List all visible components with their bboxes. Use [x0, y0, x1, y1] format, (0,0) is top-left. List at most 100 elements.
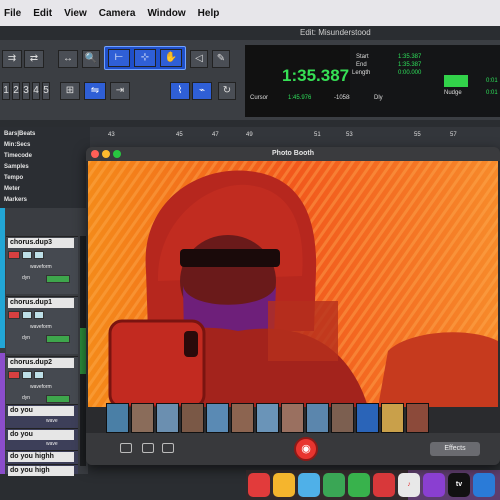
track-do-you-highh[interactable]: do you highh: [6, 450, 78, 464]
solo-button[interactable]: [22, 251, 32, 259]
track-name[interactable]: chorus.dup2: [8, 358, 74, 368]
track-name[interactable]: do you: [8, 430, 74, 440]
slip-mode-icon[interactable]: ⇄: [24, 50, 44, 68]
photo-thumbnail[interactable]: [206, 403, 229, 433]
track-dyn-label[interactable]: dyn: [22, 275, 30, 281]
nudge-toggle-icon[interactable]: ⌁: [192, 82, 212, 100]
ruler-label[interactable]: Timecode: [4, 153, 32, 159]
tab-to-transients-icon[interactable]: ⇥: [110, 82, 130, 100]
photo-thumbnail[interactable]: [331, 403, 354, 433]
take-photo-button[interactable]: ◉: [294, 437, 318, 461]
mute-button[interactable]: [34, 371, 44, 379]
menu-camera[interactable]: Camera: [99, 8, 136, 19]
mirror-icon[interactable]: ⊞: [60, 82, 80, 100]
link-tracks-icon[interactable]: ⇋: [84, 82, 106, 100]
track-name[interactable]: do you highh: [8, 452, 74, 462]
zoom-tool-icon[interactable]: 🔍: [82, 50, 100, 68]
track-name[interactable]: chorus.dup3: [8, 238, 74, 248]
photo-thumbnail[interactable]: [231, 403, 254, 433]
video-mode-icon[interactable]: [162, 443, 174, 453]
menu-window[interactable]: Window: [147, 8, 185, 19]
ruler-label[interactable]: Markers: [4, 197, 27, 203]
number-1-button[interactable]: 1: [2, 82, 10, 100]
track-playlist-button[interactable]: [46, 275, 70, 283]
grid-value[interactable]: 0:01: [486, 78, 498, 84]
loop-icon[interactable]: ↻: [218, 82, 236, 100]
track-do-you[interactable]: do you wave: [6, 428, 78, 450]
pencil-tool-icon[interactable]: ✎: [212, 50, 230, 68]
podcasts-icon[interactable]: [423, 473, 445, 497]
track-do-you[interactable]: do you wave: [6, 404, 78, 428]
track-view-label[interactable]: waveform: [30, 264, 52, 270]
track-name[interactable]: do you high: [8, 466, 74, 476]
start-value[interactable]: 1:35.387: [398, 54, 421, 60]
notes-icon[interactable]: [273, 473, 295, 497]
track-chorus-dup3[interactable]: chorus.dup3 waveform dyn: [6, 236, 78, 294]
track-playlist-button[interactable]: [46, 395, 70, 403]
zoom-toggle-icon[interactable]: ↔: [58, 50, 78, 68]
record-button[interactable]: [8, 371, 20, 379]
nudge-value[interactable]: 0:01: [486, 90, 498, 96]
messages-icon[interactable]: [348, 473, 370, 497]
shuffle-mode-icon[interactable]: ⇉: [2, 50, 22, 68]
track-dyn-label[interactable]: wave: [46, 441, 58, 447]
number-2-button[interactable]: 2: [12, 82, 20, 100]
track-view-label[interactable]: waveform: [30, 324, 52, 330]
photo-thumbnail[interactable]: [381, 403, 404, 433]
zoom-window-icon[interactable]: [113, 150, 121, 158]
photo-thumbnail[interactable]: [306, 403, 329, 433]
trim-tool-icon[interactable]: ⊢: [108, 49, 130, 67]
track-view-label[interactable]: waveform: [30, 384, 52, 390]
photo-thumbnail[interactable]: [356, 403, 379, 433]
number-4-button[interactable]: 4: [32, 82, 40, 100]
photo-booth-icon[interactable]: [373, 473, 395, 497]
ruler-label[interactable]: Bars|Beats: [4, 131, 35, 137]
main-counter-value[interactable]: 1:35.387: [282, 66, 349, 86]
track-playlist-button[interactable]: [46, 335, 70, 343]
ruler-label[interactable]: Tempo: [4, 175, 23, 181]
menu-file[interactable]: File: [4, 8, 21, 19]
photo-thumbnail[interactable]: [281, 403, 304, 433]
photo-thumbnail[interactable]: [156, 403, 179, 433]
mute-button[interactable]: [34, 251, 44, 259]
record-button[interactable]: [8, 251, 20, 259]
track-dyn-label[interactable]: wave: [46, 418, 58, 424]
photo-thumbnail[interactable]: [106, 403, 129, 433]
record-button[interactable]: [8, 311, 20, 319]
calendar-icon[interactable]: [248, 473, 270, 497]
photo-thumbnail[interactable]: [406, 403, 429, 433]
ruler-label[interactable]: Samples: [4, 164, 29, 170]
track-dyn-label[interactable]: dyn: [22, 395, 30, 401]
grabber-tool-icon[interactable]: ✋: [160, 49, 182, 67]
apple-tv-icon[interactable]: tv: [448, 473, 470, 497]
track-name[interactable]: do you: [8, 406, 74, 416]
facetime-icon[interactable]: [323, 473, 345, 497]
solo-button[interactable]: [22, 311, 32, 319]
close-window-icon[interactable]: [91, 150, 99, 158]
track-do-you-high[interactable]: do you high: [6, 464, 78, 476]
effects-button[interactable]: Effects: [430, 442, 480, 456]
minimize-window-icon[interactable]: [102, 150, 110, 158]
menu-view[interactable]: View: [64, 8, 87, 19]
solo-button[interactable]: [22, 371, 32, 379]
track-name[interactable]: chorus.dup1: [8, 298, 74, 308]
track-dyn-label[interactable]: dyn: [22, 335, 30, 341]
photo-thumbnail[interactable]: [256, 403, 279, 433]
finder-icon[interactable]: [298, 473, 320, 497]
menu-edit[interactable]: Edit: [33, 8, 52, 19]
ruler-label[interactable]: Min:Secs: [4, 142, 30, 148]
photo-thumbnail[interactable]: [181, 403, 204, 433]
single-photo-mode-icon[interactable]: [142, 443, 154, 453]
menu-help[interactable]: Help: [198, 8, 220, 19]
photo-thumbnail[interactable]: [131, 403, 154, 433]
length-value[interactable]: 0:00.000: [398, 70, 421, 76]
app-store-icon[interactable]: [473, 473, 495, 497]
grid-mode-button[interactable]: [444, 75, 468, 87]
scrubber-tool-icon[interactable]: ◁: [190, 50, 208, 68]
music-icon[interactable]: ♪: [398, 473, 420, 497]
number-3-button[interactable]: 3: [22, 82, 30, 100]
mute-button[interactable]: [34, 311, 44, 319]
end-value[interactable]: 1:35.387: [398, 62, 421, 68]
track-chorus-dup1[interactable]: chorus.dup1 waveform dyn: [6, 296, 78, 354]
selector-tool-icon[interactable]: ⊹: [134, 49, 156, 67]
